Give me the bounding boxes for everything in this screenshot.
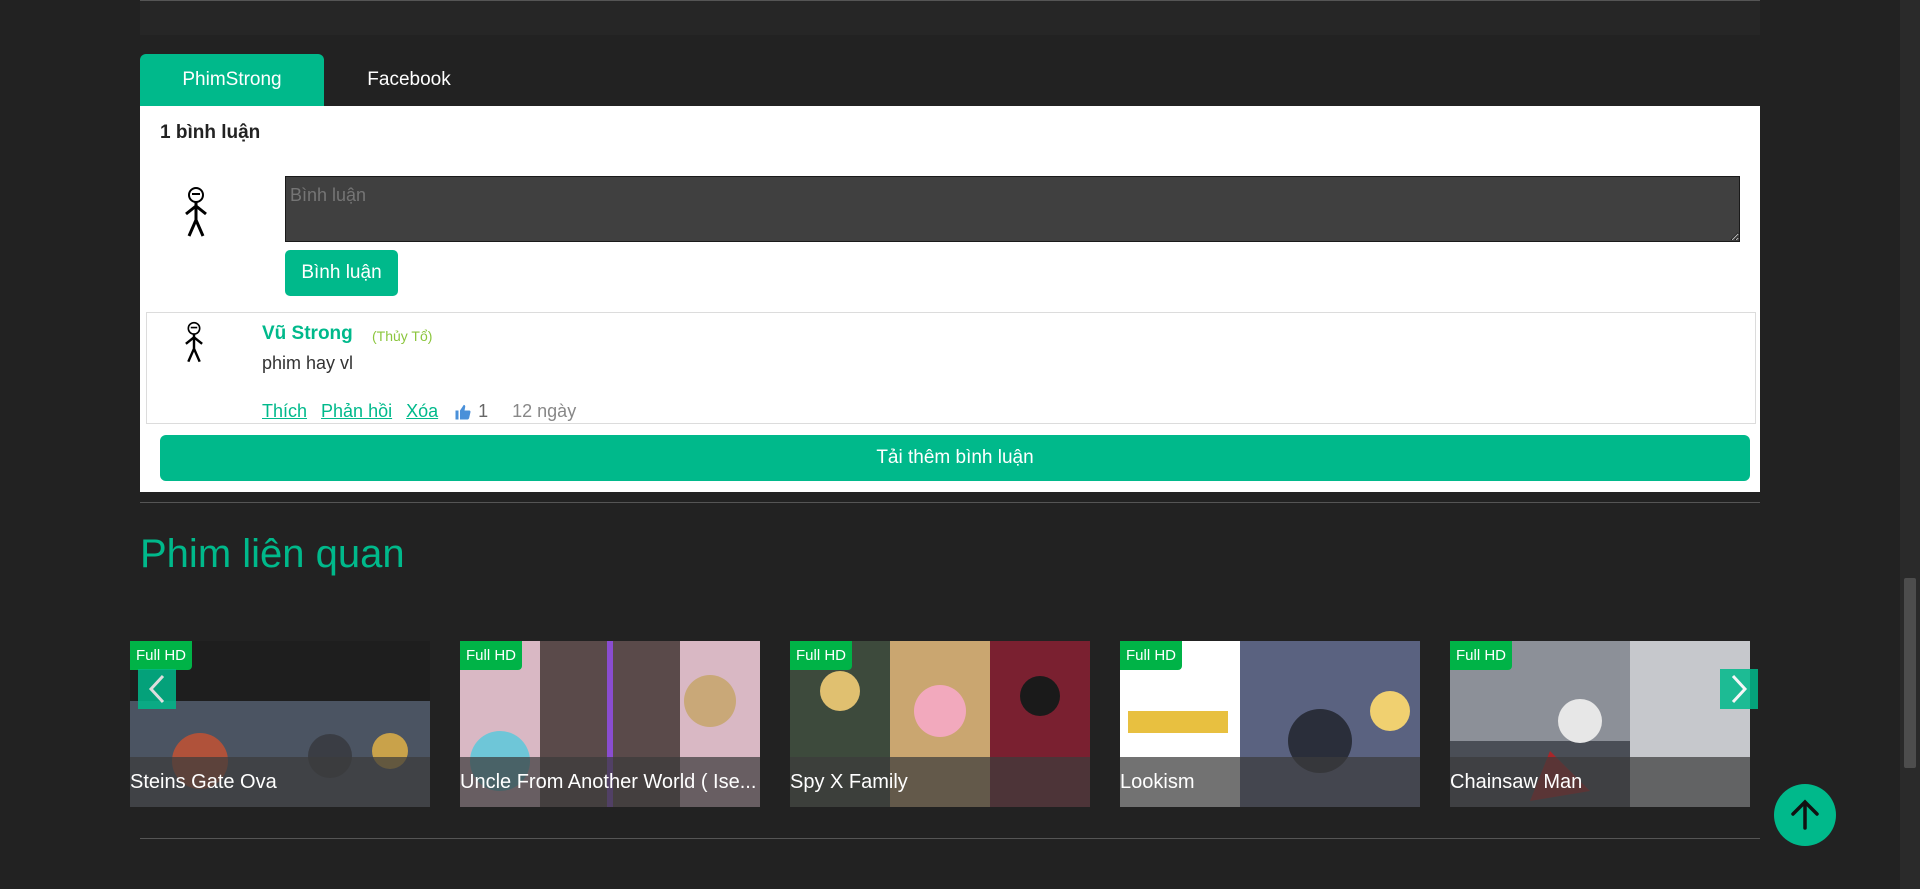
like-count: 1 — [478, 401, 489, 421]
reply-link[interactable]: Phản hồi — [321, 401, 392, 422]
divider — [140, 502, 1760, 503]
quality-badge: Full HD — [1120, 641, 1183, 670]
quality-badge: Full HD — [460, 641, 523, 670]
movie-title: Uncle From Another World ( Ise... — [460, 757, 760, 807]
related-section-title: Phim liên quan — [140, 532, 405, 576]
commenter-avatar-icon — [185, 321, 203, 363]
top-panel — [140, 0, 1760, 35]
tab-phimstrong[interactable]: PhimStrong — [140, 54, 324, 106]
carousel-next-button[interactable] — [1720, 669, 1758, 709]
movie-card[interactable]: Full HD Spy X Family — [790, 641, 1090, 807]
carousel-prev-button[interactable] — [138, 669, 176, 709]
quality-badge: Full HD — [130, 641, 193, 670]
comment-actions: Thích Phản hồi Xóa 1 12 ngày — [262, 401, 576, 422]
comment-text: phim hay vl — [262, 353, 354, 373]
movie-title: Chainsaw Man — [1450, 757, 1750, 807]
divider — [140, 838, 1760, 839]
arrow-up-icon — [1791, 799, 1819, 830]
comment-input[interactable] — [285, 176, 1740, 242]
submit-comment-button[interactable]: Bình luận — [285, 250, 398, 296]
user-avatar-icon — [185, 187, 207, 237]
chevron-right-icon — [1731, 674, 1748, 704]
quality-badge: Full HD — [1450, 641, 1513, 670]
related-carousel: Full HD Steins Gate Ova Full HD Uncle Fr… — [130, 641, 1760, 809]
like-link[interactable]: Thích — [262, 401, 307, 422]
comment-item: Vũ Strong (Thủy Tổ) phim hay vl Thích Ph… — [146, 312, 1756, 424]
page-scrollbar[interactable] — [1900, 0, 1920, 889]
back-to-top-button[interactable] — [1774, 784, 1836, 846]
delete-link[interactable]: Xóa — [406, 401, 438, 422]
comments-panel: 1 bình luận Bình luận Vũ Strong (Thủy Tổ… — [140, 106, 1760, 492]
tab-facebook[interactable]: Facebook — [324, 54, 494, 106]
movie-card[interactable]: Full HD Uncle From Another World ( Ise..… — [460, 641, 760, 807]
movie-title: Lookism — [1120, 757, 1420, 807]
movie-card[interactable]: Full HD Steins Gate Ova — [130, 641, 430, 807]
movie-title: Steins Gate Ova — [130, 757, 430, 807]
movie-card[interactable]: Full HD Lookism — [1120, 641, 1420, 807]
scrollbar-thumb[interactable] — [1904, 578, 1916, 768]
movie-card[interactable]: Full HD Chainsaw Man — [1450, 641, 1750, 807]
chevron-left-icon — [148, 674, 165, 704]
comment-count: 1 bình luận — [160, 122, 261, 143]
thumbs-up-icon — [455, 404, 471, 419]
comment-author[interactable]: Vũ Strong — [262, 323, 353, 345]
movie-title: Spy X Family — [790, 757, 1090, 807]
load-more-comments-button[interactable]: Tải thêm bình luận — [160, 435, 1750, 481]
comment-author-rank: (Thủy Tổ) — [372, 328, 433, 344]
quality-badge: Full HD — [790, 641, 853, 670]
comment-time: 12 ngày — [512, 401, 577, 421]
comment-tabs: PhimStrong Facebook — [140, 54, 494, 106]
